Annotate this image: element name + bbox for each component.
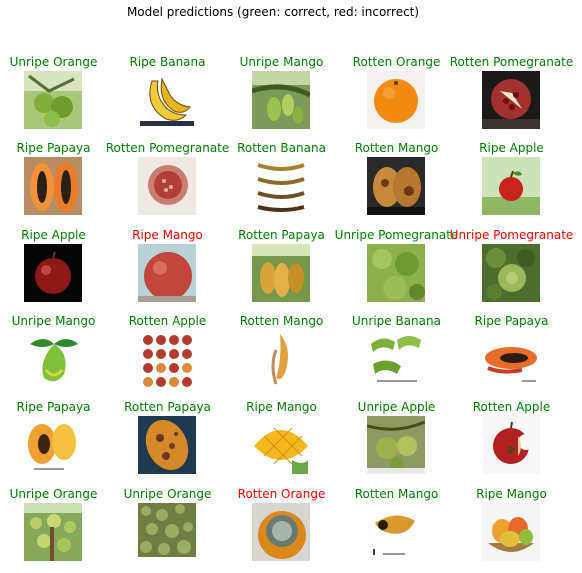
prediction-cell: Ripe Apple xyxy=(0,228,111,314)
spotted-papaya-icon xyxy=(138,416,196,474)
prediction-cell: Rotten Papaya xyxy=(110,400,225,486)
prediction-label: Rotten Apple xyxy=(472,400,551,414)
papayas-on-tree-icon xyxy=(252,244,310,302)
rotten-mango-halves-icon xyxy=(367,157,425,215)
pomegranate-half-icon xyxy=(138,157,196,215)
prediction-cell: Rotten Orange xyxy=(339,55,454,141)
prediction-cell: Rotten Papaya xyxy=(224,228,339,314)
prediction-cell: Rotten Pomegranate xyxy=(106,141,229,227)
figure-title: Model predictions (green: correct, red: … xyxy=(126,5,420,19)
prediction-cell: Unripe Pomegranate xyxy=(450,228,573,314)
prediction-cell: Rotten Pomegranate xyxy=(450,55,573,141)
prediction-cell: Unripe Mango xyxy=(224,55,339,141)
green-banana-bunches-icon xyxy=(367,330,425,388)
papaya-cut-open-icon xyxy=(482,330,540,388)
prediction-cell: Unripe Orange xyxy=(0,55,111,141)
papaya-halves-white-icon xyxy=(24,416,82,474)
green-mango-leaves-icon xyxy=(24,330,82,388)
prediction-cell: Rotten Orange xyxy=(224,487,339,573)
prediction-cell: Rotten Mango xyxy=(224,314,339,400)
prediction-cell: Rotten Apple xyxy=(110,314,225,400)
prediction-cell: Ripe Apple xyxy=(454,141,569,227)
prediction-cell: Rotten Banana xyxy=(224,141,339,227)
prediction-cell: Ripe Banana xyxy=(110,55,225,141)
papaya-halves-icon xyxy=(24,157,82,215)
prediction-label: Unripe Pomegranate xyxy=(449,228,574,242)
prediction-cell: Rotten Apple xyxy=(454,400,569,486)
red-fruit-closeup-icon xyxy=(138,244,196,302)
prediction-label: Ripe Apple xyxy=(479,141,544,155)
mango-slices-white-icon xyxy=(252,330,310,388)
prediction-cell: Unripe Banana xyxy=(339,314,454,400)
prediction-cell: Ripe Mango xyxy=(454,487,569,573)
brown-bananas-stages-icon xyxy=(252,157,310,215)
rotten-mango-piece-icon xyxy=(367,503,425,561)
prediction-cell: Ripe Mango xyxy=(110,228,225,314)
red-apple-black-bg-icon xyxy=(24,244,82,302)
bitten-apple-icon xyxy=(482,416,540,474)
prediction-label: Rotten Pomegranate xyxy=(449,55,574,69)
prediction-cell: Rotten Mango xyxy=(339,141,454,227)
prediction-cell: Ripe Mango xyxy=(224,400,339,486)
prediction-cell: Unripe Mango xyxy=(0,314,111,400)
green-citrus-on-branch-icon xyxy=(24,71,82,129)
pomegranate-leaves-icon xyxy=(367,244,425,302)
prediction-label: Ripe Mango xyxy=(476,487,547,501)
apple-grid-icon xyxy=(138,330,196,388)
mango-bowl-icon xyxy=(482,503,540,561)
prediction-label: Ripe Papaya xyxy=(474,314,549,328)
prediction-cell: Ripe Papaya xyxy=(0,141,111,227)
prediction-cell: Unripe Orange xyxy=(110,487,225,573)
prediction-cell: Unripe Apple xyxy=(339,400,454,486)
moldy-orange-icon xyxy=(252,503,310,561)
yellow-banana-bunch-icon xyxy=(138,71,196,129)
prediction-cell: Unripe Pomegranate xyxy=(335,228,458,314)
mango-cubes-icon xyxy=(252,416,310,474)
orange-fruit-icon xyxy=(367,71,425,129)
prediction-cell: Ripe Papaya xyxy=(0,400,111,486)
green-oranges-tree-icon xyxy=(24,503,82,561)
green-mangoes-on-tree-icon xyxy=(252,71,310,129)
green-apples-tree-icon xyxy=(367,416,425,474)
prediction-cell: Ripe Papaya xyxy=(454,314,569,400)
split-pomegranate-dark-icon xyxy=(482,71,540,129)
green-foliage-texture-icon xyxy=(138,503,196,561)
red-apple-green-bg-icon xyxy=(482,157,540,215)
prediction-cell: Rotten Mango xyxy=(339,487,454,573)
green-fruit-foliage-icon xyxy=(482,244,540,302)
prediction-cell: Unripe Orange xyxy=(0,487,111,573)
